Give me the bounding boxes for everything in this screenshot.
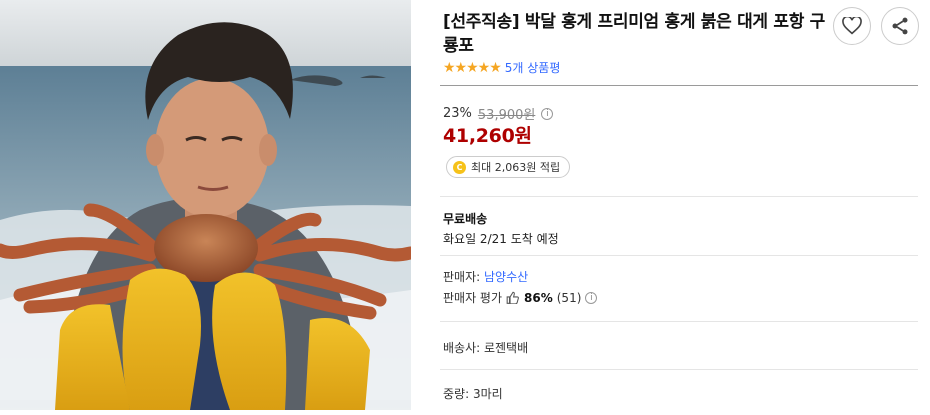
- heart-icon: [842, 17, 862, 35]
- divider: [440, 369, 918, 370]
- divider: [440, 85, 918, 86]
- sale-price: 41,260원: [443, 125, 532, 147]
- wishlist-button[interactable]: [833, 7, 871, 45]
- shipping-type: 무료배송: [443, 212, 488, 226]
- review-count-link[interactable]: 5개 상품평: [505, 59, 561, 76]
- thumbs-up-icon: [506, 291, 519, 304]
- share-button[interactable]: [881, 7, 919, 45]
- star-rating: ★★★★★: [443, 59, 502, 76]
- divider: [440, 321, 918, 322]
- seller-eval-label: 판매자 평가: [443, 291, 503, 305]
- cashback-text: 최대 2,063원 적립: [471, 161, 561, 174]
- courier: 배송사: 로젠택배: [443, 341, 529, 355]
- product-image[interactable]: [0, 0, 411, 410]
- discount-rate: 23%: [443, 106, 472, 121]
- rating-summary: ★★★★★ 5개 상품평: [443, 59, 560, 76]
- seller-eval-count: (51): [556, 290, 582, 305]
- divider: [440, 196, 918, 197]
- seller-link[interactable]: 남양수산: [484, 270, 528, 284]
- seller-eval-score: 86%: [524, 290, 553, 305]
- product-title: [선주직송] 박달 홍게 프리미엄 홍게 붉은 대게 포항 구룡포: [443, 12, 826, 56]
- info-icon[interactable]: i: [541, 107, 554, 120]
- info-icon[interactable]: i: [585, 291, 598, 304]
- seller-label: 판매자:: [443, 270, 481, 284]
- arrival-date: 화요일 2/21 도착 예정: [443, 232, 559, 246]
- seller-row: 판매자: 남양수산: [443, 268, 528, 285]
- divider: [440, 255, 918, 256]
- share-icon: [892, 17, 908, 35]
- coin-icon: C: [453, 160, 466, 174]
- seller-evaluation: 판매자 평가 86% (51) i: [443, 289, 598, 306]
- product-info: [선주직송] 박달 홍게 프리미엄 홍게 붉은 대게 포항 구룡포 ★★★★★ …: [440, 0, 920, 415]
- weight: 중량: 3마리: [443, 387, 503, 401]
- cashback-badge[interactable]: C 최대 2,063원 적립: [446, 156, 571, 178]
